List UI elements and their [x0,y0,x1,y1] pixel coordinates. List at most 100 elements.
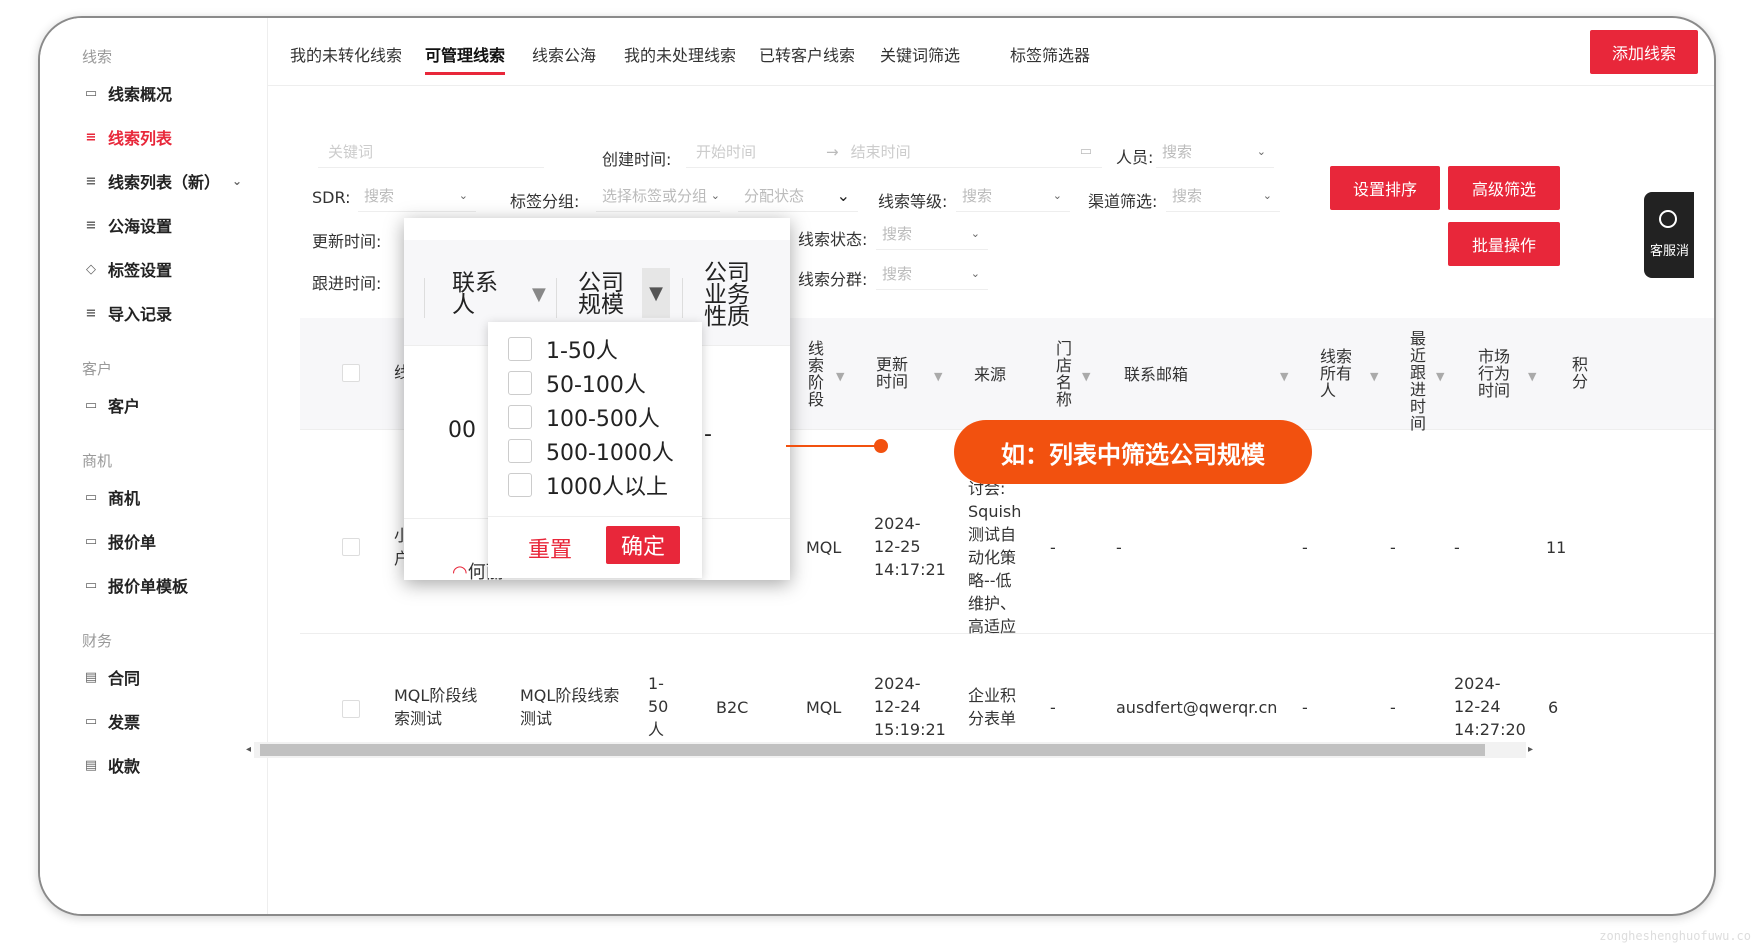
chevron-down-icon: ⌄ [1052,189,1062,202]
col-updated-header: 更新时间 [876,355,909,391]
reset-button[interactable]: 重置 [528,532,572,564]
batch-operation-button[interactable]: 批量操作 [1448,222,1560,266]
option-checkbox[interactable] [508,473,532,497]
cell-owner: - [1302,698,1308,717]
sidebar-item-lead-list[interactable]: ≡ 线索列表 [82,124,172,150]
sidebar-group-finance: 财务 [82,632,113,650]
size-option[interactable]: 1000人以上 [508,470,668,500]
company-size-header: 公司 规模 [578,270,624,318]
option-checkbox[interactable] [508,371,532,395]
cell-lead[interactable]: MQL阶段线 索测试 [394,684,477,730]
sidebar-item-quotes[interactable]: ▭ 报价单 [82,528,156,554]
person-select[interactable]: 搜索 ⌄ [1156,136,1274,168]
option-checkbox[interactable] [508,405,532,429]
scroll-left-icon[interactable]: ◂ [246,744,251,755]
app-window: 线索 ▭ 线索概况 ≡ 线索列表 ≡ 线索列表（新） ⌄ ≡ 公海设置 ◇ 标签设置 ≡ 导入… [38,16,1716,916]
cell-last-follow: - [1390,698,1396,717]
cell-store: - [1050,538,1056,557]
customer-service-tab[interactable]: 客服消 [1644,192,1694,278]
tag-group-select[interactable]: 选择标签或分组 ⌄ [596,180,720,212]
sidebar-item-tag-settings[interactable]: ◇ 标签设置 [82,256,172,282]
size-option[interactable]: 1-50人 [508,334,618,364]
filter-icon[interactable]: ▼ [1436,370,1444,383]
sidebar-item-payments[interactable]: ▤ 收款 [82,752,140,778]
cell-score: 6 [1548,698,1559,717]
sidebar-item-customers[interactable]: ▭ 客户 [82,392,140,418]
tab-keyword-filter[interactable]: 关键词筛选 [880,42,960,66]
confirm-button[interactable]: 确定 [606,526,680,564]
callout-annotation: 如：列表中筛选公司规模 [954,420,1312,484]
scroll-right-icon[interactable]: ▸ [1528,744,1533,755]
sidebar-group-leads: 线索 [82,48,113,66]
tab-manageable[interactable]: 可管理线索 [425,42,506,75]
column-divider [682,278,683,318]
chat-icon [1659,210,1677,228]
size-option[interactable]: 500-1000人 [508,436,674,466]
sidebar-group-opportunities: 商机 [82,452,113,470]
cell-updated: 2024- 12-24 15:19:21 [874,674,946,739]
filter-icon[interactable]: ▼ [642,268,670,318]
assign-status-select[interactable]: 分配状态 ⌄ [738,180,858,212]
size-option[interactable]: 50-100人 [508,368,646,398]
sidebar-item-invoices[interactable]: ▭ 发票 [82,708,140,734]
chevron-down-icon: ⌄ [710,189,720,202]
filter-icon[interactable]: ▼ [934,370,942,383]
lead-level-select[interactable]: 搜索 ⌄ [956,180,1070,212]
select-all-checkbox[interactable] [342,364,360,382]
advanced-filter-button[interactable]: 高级筛选 [1448,166,1560,210]
chevron-down-icon: ⌄ [836,186,850,205]
lead-status-select[interactable]: 搜索 ⌄ [876,218,988,250]
col-market-header: 市场行为时间 [1478,347,1511,400]
tag-group-label: 标签分组: [510,192,580,211]
list-search-icon: ≡ [85,173,97,189]
sidebar-item-contracts[interactable]: ▤ 合同 [82,664,140,690]
filter-icon[interactable]: ▼ [836,370,844,383]
lead-segment-select[interactable]: 搜索 ⌄ [876,258,988,290]
filter-icon[interactable]: ▼ [1528,370,1536,383]
filter-icon[interactable]: ▼ [1280,370,1288,383]
filter-icon[interactable]: ▼ [1082,370,1090,383]
company-size-dropdown: 1-50人 50-100人 100-500人 500-1000人 1000人以上… [488,322,702,578]
cell-market: - [1454,538,1460,557]
filter-icon[interactable]: ▼ [1370,370,1378,383]
chevron-down-icon: ⌄ [458,189,468,202]
dropdown-divider [488,516,702,517]
channel-select[interactable]: 搜索 ⌄ [1166,180,1280,212]
sidebar-item-quote-templates[interactable]: ▭ 报价单模板 [82,572,188,598]
tab-my-unprocessed[interactable]: 我的未处理线索 [624,42,736,66]
tab-my-unconverted[interactable]: 我的未转化线索 [290,42,402,66]
sidebar-item-lead-overview[interactable]: ▭ 线索概况 [82,80,172,106]
size-option[interactable]: 100-500人 [508,402,660,432]
sidebar-item-lead-list-new[interactable]: ≡ 线索列表（新） ⌄ [82,168,243,194]
sidebar-item-import-records[interactable]: ≡ 导入记录 [82,300,172,326]
tab-tag-filter[interactable]: 标签筛选器 [1010,42,1090,66]
created-time-range[interactable]: 开始时间 → 结束时间 ▭ [686,136,1102,168]
option-checkbox[interactable] [508,337,532,361]
lead-level-label: 线索等级: [878,192,948,211]
cell-company: MQL阶段线索 测试 [520,686,620,728]
tab-lead-pool[interactable]: 线索公海 [532,42,596,66]
column-divider [556,278,557,318]
row-checkbox[interactable] [342,700,360,718]
customer-service-label: 客服消 [1650,244,1690,259]
sdr-select[interactable]: 搜索 ⌄ [358,180,476,212]
filter-icon[interactable]: ▼ [532,284,546,305]
set-sort-button[interactable]: 设置排序 [1330,166,1440,210]
cell-email: ausdfert@qwerqr.cn [1116,698,1278,717]
row-checkbox[interactable] [342,538,360,556]
chevron-down-icon: ⌄ [232,174,243,188]
cell-business-type: - [704,422,712,447]
col-store-header: 门店名称 [1056,339,1073,409]
scrollbar-thumb[interactable] [260,744,1485,756]
tag-icon: ◇ [86,261,96,277]
callout-dot [874,439,888,453]
add-lead-button[interactable]: 添加线索 [1590,30,1698,74]
lead-segment-label: 线索分群: [798,270,868,289]
document-icon: ▤ [84,757,98,773]
keyword-input[interactable]: 关键词 [318,136,544,168]
option-checkbox[interactable] [508,439,532,463]
tab-converted[interactable]: 已转客户线索 [759,42,855,66]
sidebar-item-pool-settings[interactable]: ≡ 公海设置 [82,212,172,238]
sidebar-item-opportunities[interactable]: ▭ 商机 [82,484,140,510]
chart-icon: ▭ [84,577,98,593]
